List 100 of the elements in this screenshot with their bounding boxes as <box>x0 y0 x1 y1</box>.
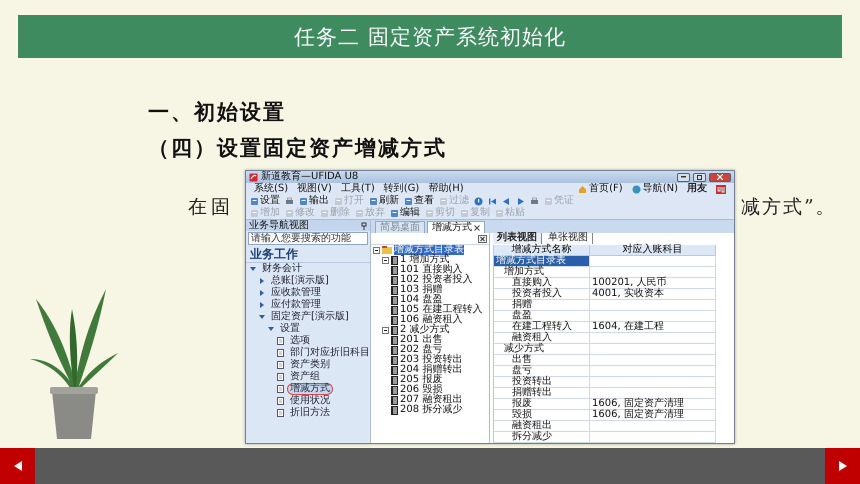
collapsed-triangle-icon[interactable] <box>259 290 265 296</box>
menu-item[interactable]: 工具(T) <box>340 184 375 194</box>
table-cell[interactable]: 出售 <box>494 355 590 366</box>
expanded-triangle-icon[interactable] <box>268 326 274 332</box>
toolbar-button[interactable]: 刷新 <box>369 196 399 206</box>
tree-item[interactable]: 增减方式目录表 <box>394 245 464 255</box>
search-field[interactable]: 请输入您要搜索的功能 <box>248 232 368 245</box>
table-cell[interactable]: 盘盈 <box>494 311 590 322</box>
table-cell[interactable]: 毁损 <box>494 410 590 421</box>
tree-item[interactable]: 207 融资租出 <box>400 395 462 405</box>
table-cell[interactable]: 投资转出 <box>494 377 590 388</box>
folder-icon <box>382 246 392 254</box>
printer-icon[interactable] <box>530 196 539 206</box>
tree-item[interactable]: 204 捐赠转出 <box>400 365 462 375</box>
expanded-triangle-icon[interactable] <box>250 266 256 272</box>
nav-item[interactable]: 固定资产[演示版] <box>268 311 352 323</box>
table-cell[interactable]: 融资租出 <box>494 421 590 432</box>
tree-item[interactable]: 203 投资转出 <box>400 355 462 365</box>
section-heading: 一、初始设置 <box>148 98 286 126</box>
collapse-icon[interactable] <box>382 326 389 334</box>
quick-link[interactable]: 导航(N) <box>632 184 678 194</box>
nav-item[interactable]: 财务会计 <box>259 263 305 275</box>
table-cell[interactable]: 投资者投入 <box>494 289 590 300</box>
tree-item[interactable]: 105 在建工程转入 <box>400 305 482 315</box>
tree-item[interactable]: 101 直接购入 <box>400 265 462 275</box>
close-icon <box>717 174 723 180</box>
table-cell[interactable]: 盘亏 <box>494 366 590 377</box>
tree-item[interactable]: 102 投资者投入 <box>400 275 472 285</box>
tree-item[interactable]: 2 减少方式 <box>400 325 450 335</box>
nav-item[interactable]: 折旧方法 <box>287 407 333 419</box>
nav-item[interactable]: 资产组 <box>287 371 323 383</box>
tree-item[interactable]: 201 出售 <box>400 335 442 345</box>
table-cell: 1604, 在建工程 <box>590 322 716 333</box>
left-arrow-icon[interactable] <box>502 196 511 206</box>
tab[interactable]: 增减方式 <box>427 221 485 233</box>
toolbar-button[interactable]: 输出 <box>299 196 329 206</box>
table-cell[interactable]: 捐赠转出 <box>494 388 590 399</box>
menu-item[interactable]: 帮助(H) <box>428 184 464 194</box>
subsection-heading: （四）设置固定资产增减方式 <box>148 134 447 162</box>
toolbar-button[interactable]: 查看 <box>404 196 434 206</box>
close-button[interactable] <box>709 172 731 182</box>
nav-item[interactable]: 应收款管理 <box>268 287 324 299</box>
tree-item[interactable]: 205 报废 <box>400 375 442 385</box>
nav-item[interactable]: 选项 <box>287 335 313 347</box>
left-triangle-icon <box>12 460 24 472</box>
previous-button[interactable] <box>0 448 35 484</box>
table-cell[interactable]: 增加方式 <box>494 267 590 278</box>
tree-item[interactable]: 1 增加方式 <box>400 255 450 265</box>
toolbar-icon <box>250 196 259 206</box>
table-cell: 100201, 人民币 <box>590 278 716 289</box>
menu-item[interactable]: 转到(G) <box>384 184 420 194</box>
maximize-button[interactable] <box>693 172 706 182</box>
help-icon[interactable] <box>474 196 483 206</box>
right-triangle-icon <box>836 460 848 472</box>
tree-item[interactable]: 206 毁损 <box>400 385 442 395</box>
menu-item[interactable]: 系统(S) <box>254 184 288 194</box>
close-icon <box>478 234 487 242</box>
table-cell[interactable]: 增减方式目录表 <box>494 256 590 267</box>
table-cell[interactable]: 直接购入 <box>494 278 590 289</box>
quick-link[interactable]: 首页(F) <box>578 184 623 194</box>
globe-icon <box>632 184 641 194</box>
tree-item[interactable]: 104 盘盈 <box>400 295 442 305</box>
nav-item[interactable]: 部门对应折旧科目 <box>287 347 373 359</box>
table-cell[interactable]: 捐赠 <box>494 300 590 311</box>
document-icon <box>277 361 284 369</box>
toolbar-button[interactable]: 设置 <box>250 196 280 206</box>
paragraph-text: 减方式”。 <box>741 195 837 220</box>
table-cell[interactable]: 在建工程转入 <box>494 322 590 333</box>
tree-item[interactable]: 106 融资租入 <box>400 315 462 325</box>
next-button[interactable] <box>825 448 860 484</box>
printer-icon[interactable] <box>285 196 294 206</box>
nav-item[interactable]: 应付款管理 <box>268 299 324 311</box>
menu-item[interactable]: 视图(V) <box>297 184 332 194</box>
nav-item[interactable]: 使用状况 <box>287 395 333 407</box>
table-cell[interactable]: 报废 <box>494 399 590 410</box>
paragraph-text: 在固 <box>188 195 235 220</box>
view-tab[interactable]: 列表视图 <box>493 233 542 244</box>
table-cell[interactable]: 拆分减少 <box>494 432 590 443</box>
toolbar-icon <box>425 208 434 218</box>
nav-item[interactable]: 资产类别 <box>287 359 333 371</box>
collapsed-triangle-icon[interactable] <box>259 278 265 284</box>
minimize-button[interactable] <box>677 172 690 182</box>
expanded-triangle-icon[interactable] <box>259 314 265 320</box>
table-cell[interactable]: 融资租入 <box>494 333 590 344</box>
collapse-icon[interactable] <box>373 246 380 254</box>
tree-item[interactable]: 103 捐赠 <box>400 285 442 295</box>
collapse-icon[interactable] <box>382 256 389 264</box>
nav-item[interactable]: 增减方式 <box>287 383 333 395</box>
toolbar-button[interactable]: 编辑 <box>390 208 420 218</box>
minimize-icon <box>681 176 686 178</box>
first-arrow-icon[interactable] <box>488 196 497 206</box>
nav-item[interactable]: 设置 <box>277 323 303 335</box>
tree-item[interactable]: 208 拆分减少 <box>400 405 462 415</box>
toolbar-icon <box>285 208 294 218</box>
nav-item[interactable]: 总账[演示版] <box>268 275 332 287</box>
table-cell[interactable]: 减少方式 <box>494 344 590 355</box>
collapsed-triangle-icon[interactable] <box>259 302 265 308</box>
right-arrow-icon[interactable] <box>516 196 525 206</box>
tree-item[interactable]: 202 盘亏 <box>400 345 442 355</box>
maximize-icon <box>697 174 702 180</box>
